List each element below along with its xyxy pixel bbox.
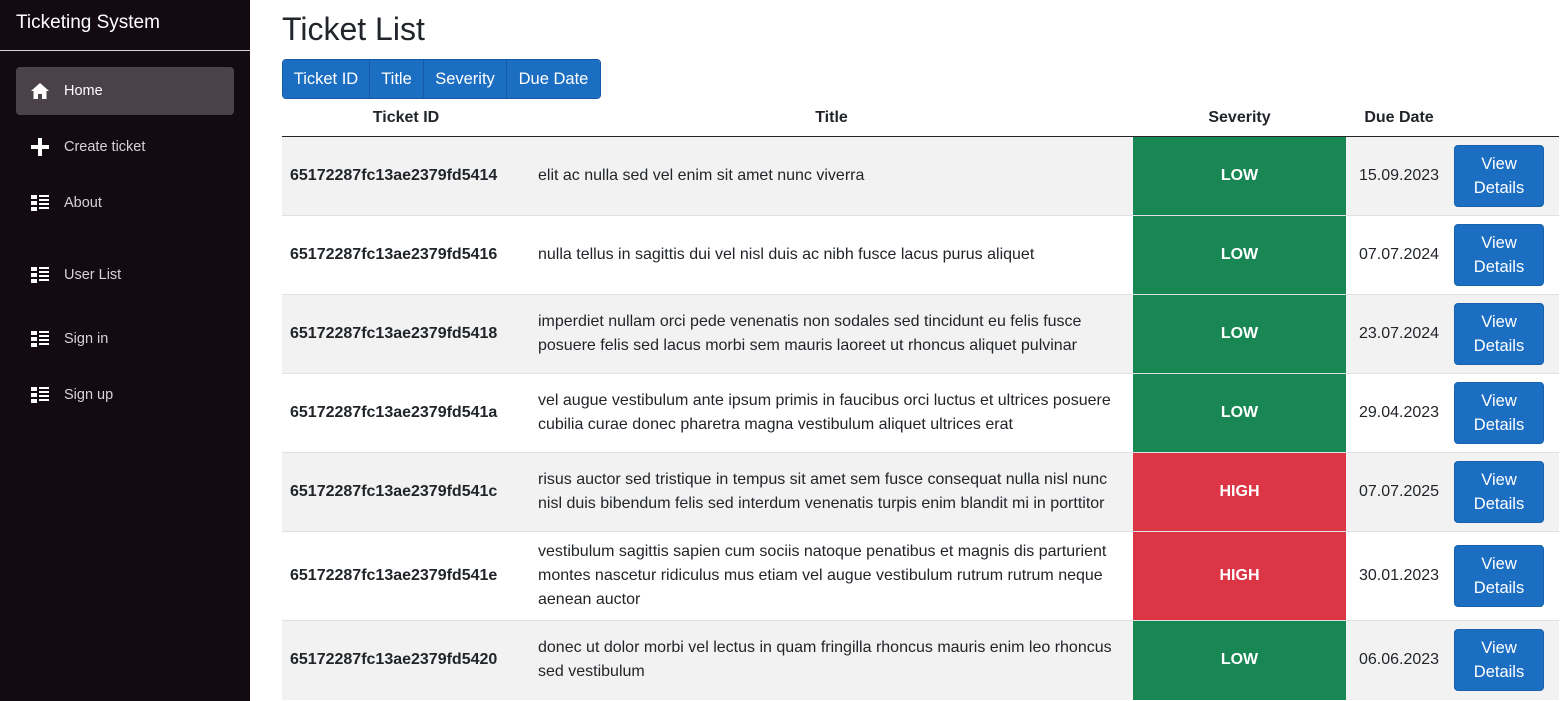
ticket-title: imperdiet nullam orci pede venenatis non… xyxy=(530,294,1133,374)
list-icon xyxy=(16,387,64,403)
ticket-id: 65172287fc13ae2379fd5416 xyxy=(282,215,530,295)
app-title[interactable]: Ticketing System xyxy=(16,12,160,34)
column-header-severity: Severity xyxy=(1133,100,1346,137)
due-date: 29.04.2023 xyxy=(1346,373,1452,453)
home-icon xyxy=(16,83,64,99)
ticket-title: vestibulum sagittis sapien cum sociis na… xyxy=(530,531,1133,621)
column-header-title: Title xyxy=(530,100,1133,137)
due-date: 15.09.2023 xyxy=(1346,136,1452,216)
ticket-id: 65172287fc13ae2379fd5418 xyxy=(282,294,530,374)
due-date: 07.07.2024 xyxy=(1346,215,1452,295)
sidebar: Ticketing System Home Create ticket Abou… xyxy=(0,0,250,701)
page-title: Ticket List xyxy=(282,11,425,47)
due-date: 07.07.2025 xyxy=(1346,452,1452,532)
view-details-button[interactable]: View Details xyxy=(1454,382,1544,444)
actions-cell: View Details xyxy=(1452,136,1559,216)
sort-button-group: Ticket ID Title Severity Due Date xyxy=(282,59,601,99)
sort-by-due-date-button[interactable]: Due Date xyxy=(507,60,600,98)
table-row: 65172287fc13ae2379fd5414 elit ac nulla s… xyxy=(282,136,1559,216)
actions-cell: View Details xyxy=(1452,215,1559,295)
ticket-title: nulla tellus in sagittis dui vel nisl du… xyxy=(530,215,1133,295)
list-icon xyxy=(16,331,64,347)
sort-by-ticket-id-button[interactable]: Ticket ID xyxy=(283,60,370,98)
nav-label-home: Home xyxy=(64,83,103,99)
nav-label-user-list: User List xyxy=(64,267,122,283)
nav-item-sign-in[interactable]: Sign in xyxy=(16,315,234,363)
sort-by-title-button[interactable]: Title xyxy=(370,60,424,98)
nav-label-about: About xyxy=(64,195,102,211)
ticket-id: 65172287fc13ae2379fd541e xyxy=(282,531,530,621)
sort-by-severity-button[interactable]: Severity xyxy=(424,60,507,98)
ticket-id: 65172287fc13ae2379fd541c xyxy=(282,452,530,532)
severity-badge: LOW xyxy=(1133,294,1346,374)
view-details-button[interactable]: View Details xyxy=(1454,145,1544,207)
table-row: 65172287fc13ae2379fd5418 imperdiet nulla… xyxy=(282,294,1559,374)
severity-badge: LOW xyxy=(1133,620,1346,700)
nav-label-create-ticket: Create ticket xyxy=(64,139,146,155)
ticket-title: risus auctor sed tristique in tempus sit… xyxy=(530,452,1133,532)
severity-badge: LOW xyxy=(1133,136,1346,216)
severity-badge: LOW xyxy=(1133,373,1346,453)
column-header-actions xyxy=(1452,100,1559,137)
ticket-title: vel augue vestibulum ante ipsum primis i… xyxy=(530,373,1133,453)
view-details-button[interactable]: View Details xyxy=(1454,224,1544,286)
table-row: 65172287fc13ae2379fd5420 donec ut dolor … xyxy=(282,620,1559,700)
table-row: 65172287fc13ae2379fd541c risus auctor se… xyxy=(282,452,1559,532)
ticket-table: Ticket ID Title Severity Due Date 651722… xyxy=(282,100,1559,700)
nav-item-user-list[interactable]: User List xyxy=(16,251,234,299)
view-details-button[interactable]: View Details xyxy=(1454,545,1544,607)
actions-cell: View Details xyxy=(1452,531,1559,621)
list-icon xyxy=(16,267,64,283)
actions-cell: View Details xyxy=(1452,373,1559,453)
severity-badge: HIGH xyxy=(1133,531,1346,621)
actions-cell: View Details xyxy=(1452,294,1559,374)
ticket-id: 65172287fc13ae2379fd5420 xyxy=(282,620,530,700)
actions-cell: View Details xyxy=(1452,620,1559,700)
list-icon xyxy=(16,195,64,211)
sidebar-divider xyxy=(0,50,250,51)
severity-badge: LOW xyxy=(1133,215,1346,295)
nav-label-sign-in: Sign in xyxy=(64,331,109,347)
ticket-title: donec ut dolor morbi vel lectus in quam … xyxy=(530,620,1133,700)
table-row: 65172287fc13ae2379fd5416 nulla tellus in… xyxy=(282,215,1559,295)
due-date: 23.07.2024 xyxy=(1346,294,1452,374)
nav-label-sign-up: Sign up xyxy=(64,387,114,403)
nav-item-about[interactable]: About xyxy=(16,179,234,227)
ticket-id: 65172287fc13ae2379fd5414 xyxy=(282,136,530,216)
nav-item-sign-up[interactable]: Sign up xyxy=(16,371,234,419)
nav-item-create-ticket[interactable]: Create ticket xyxy=(16,123,234,171)
table-row: 65172287fc13ae2379fd541a vel augue vesti… xyxy=(282,373,1559,453)
nav-item-home[interactable]: Home xyxy=(16,67,234,115)
ticket-title: elit ac nulla sed vel enim sit amet nunc… xyxy=(530,136,1133,216)
ticket-id: 65172287fc13ae2379fd541a xyxy=(282,373,530,453)
view-details-button[interactable]: View Details xyxy=(1454,629,1544,692)
actions-cell: View Details xyxy=(1452,452,1559,532)
table-header-row: Ticket ID Title Severity Due Date xyxy=(282,100,1559,137)
due-date: 30.01.2023 xyxy=(1346,531,1452,621)
column-header-ticket-id: Ticket ID xyxy=(282,100,530,137)
due-date: 06.06.2023 xyxy=(1346,620,1452,700)
table-row: 65172287fc13ae2379fd541e vestibulum sagi… xyxy=(282,531,1559,621)
severity-badge: HIGH xyxy=(1133,452,1346,532)
view-details-button[interactable]: View Details xyxy=(1454,461,1544,523)
column-header-due-date: Due Date xyxy=(1346,100,1452,137)
view-details-button[interactable]: View Details xyxy=(1454,303,1544,365)
plus-icon xyxy=(16,138,64,156)
